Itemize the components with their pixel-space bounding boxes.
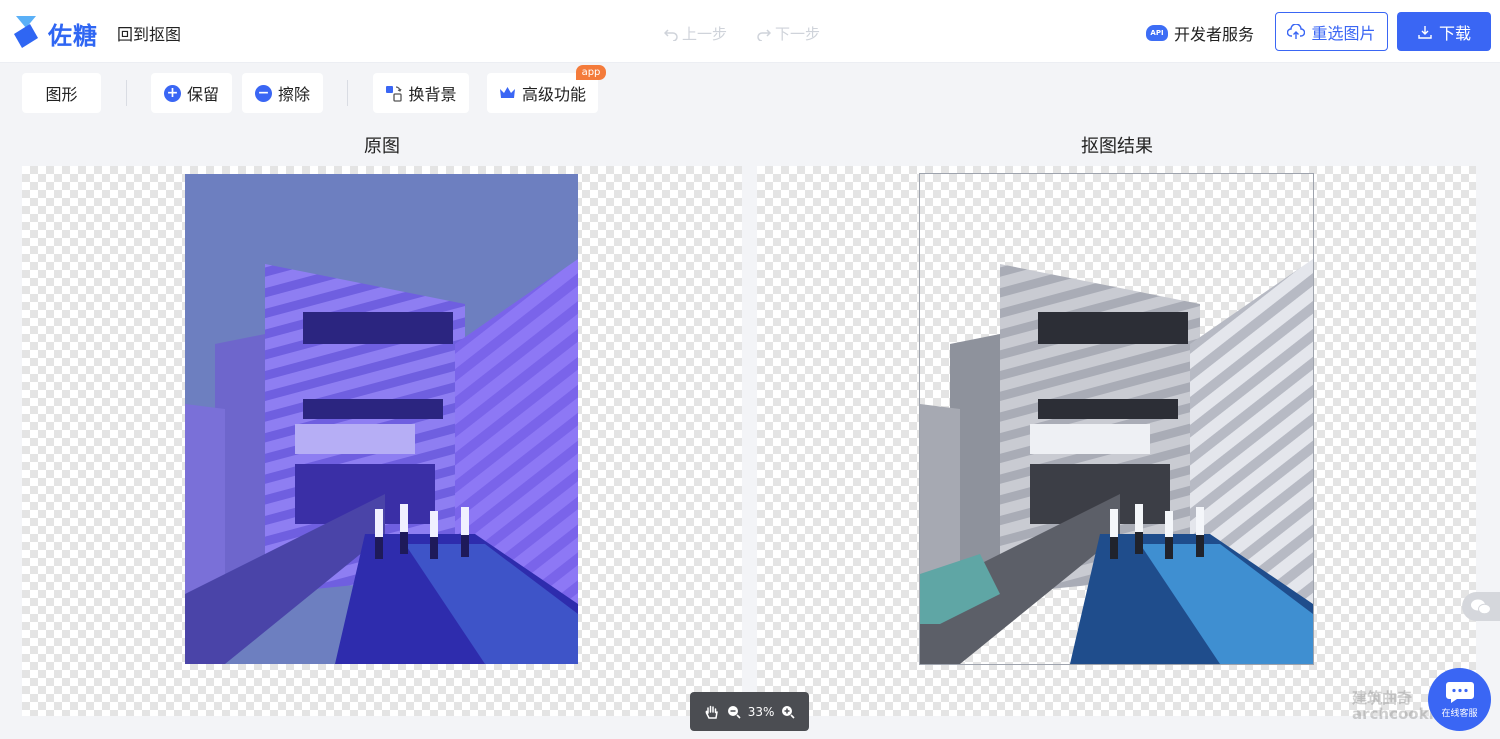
shape-tool-label: 图形 [45,85,78,104]
online-support-label: 在线客服 [1441,709,1478,719]
toolbar-divider [347,80,348,106]
brand-logo-icon[interactable] [12,14,42,50]
reselect-image-button[interactable]: 重选图片 [1275,12,1388,51]
erase-brush-label: 擦除 [277,85,310,104]
undo-button[interactable]: 上一步 [664,23,727,44]
keep-brush-button[interactable]: + 保留 [151,73,232,113]
zoom-out-icon[interactable] [727,705,741,719]
undo-label: 上一步 [682,25,728,43]
developer-service-link[interactable]: API 开发者服务 [1146,21,1254,45]
change-background-label: 换背景 [408,85,457,104]
toolbar-divider [126,80,127,106]
download-button[interactable]: 下载 [1397,12,1491,51]
back-to-cutout-link[interactable]: 回到抠图 [117,21,181,45]
keep-brush-label: 保留 [186,85,219,104]
cloud-upload-icon [1287,23,1306,39]
top-header: 佐糖 回到抠图 上一步 下一步 API 开发者服务 重选图片 下载 [0,0,1500,63]
zoom-level: 33% [747,704,775,719]
wechat-share-button[interactable] [1462,592,1500,621]
result-image [919,173,1314,665]
crown-icon [499,87,515,98]
zoom-controls: 33% [690,692,809,731]
advanced-features-label: 高级功能 [521,85,586,104]
app-badge: app [576,65,606,80]
online-support-button[interactable]: 在线客服 [1428,668,1491,731]
brand-name[interactable]: 佐糖 [48,16,98,51]
minus-circle-icon: − [254,84,272,102]
original-panel-title: 原图 [364,136,400,157]
api-cloud-icon: API [1146,25,1168,41]
redo-icon [757,28,771,41]
reselect-image-label: 重选图片 [1311,23,1376,43]
shape-tool-button[interactable]: 图形 [22,73,101,113]
hand-pan-icon[interactable] [704,704,720,720]
wechat-icon [1471,599,1491,614]
redo-button[interactable]: 下一步 [757,23,820,44]
undo-icon [664,28,678,41]
redo-label: 下一步 [775,25,821,43]
erase-brush-button[interactable]: − 擦除 [242,73,323,113]
download-label: 下载 [1438,23,1471,43]
change-background-button[interactable]: 换背景 [373,73,469,113]
plus-circle-icon: + [163,84,181,102]
chat-bubble-icon [1445,682,1474,703]
download-icon [1418,25,1432,39]
change-background-icon [386,85,403,102]
zoom-in-icon[interactable] [781,705,796,719]
original-image [185,174,578,664]
developer-service-label: 开发者服务 [1174,25,1255,44]
result-panel-title: 抠图结果 [1081,136,1153,157]
